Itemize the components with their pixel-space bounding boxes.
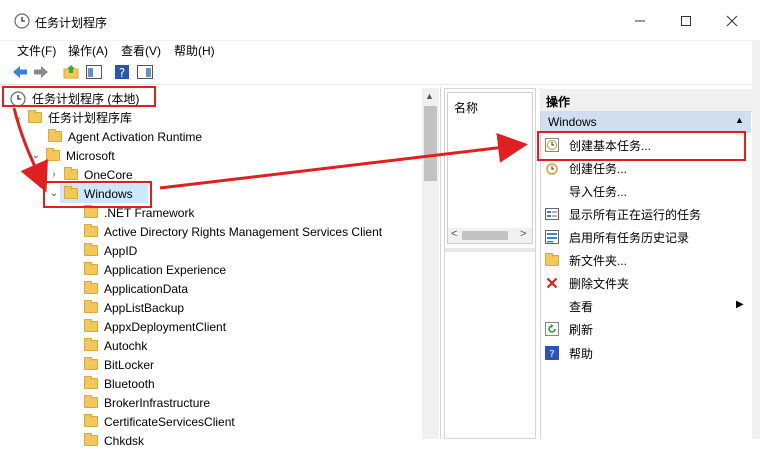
arrow-to-windows <box>12 107 48 193</box>
annotation-arrows <box>12 107 528 193</box>
arrow-to-create-task <box>159 132 528 190</box>
